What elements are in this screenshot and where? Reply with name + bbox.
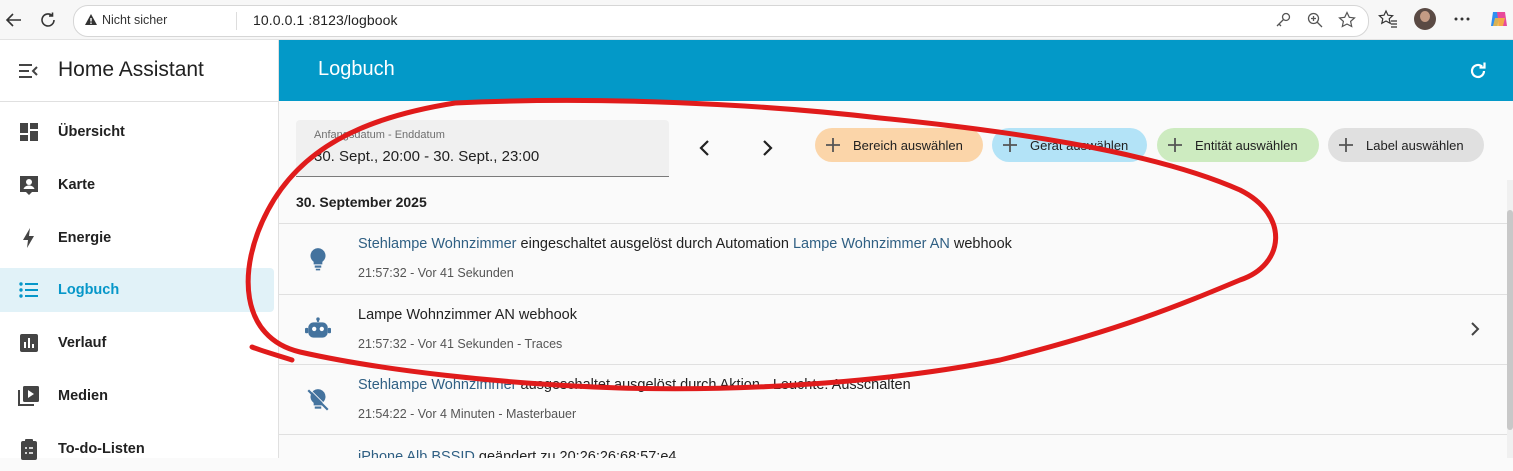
entity-link[interactable]: iPhone Alb BSSID — [358, 449, 475, 458]
automation-link[interactable]: Lampe Wohnzimmer AN — [793, 236, 950, 252]
entry-message: Stehlampe Wohnzimmer eingeschaltet ausge… — [358, 236, 1012, 252]
entity-link[interactable]: Stehlampe Wohnzimmer — [358, 377, 517, 393]
entity-filter-chip[interactable]: Entität auswählen — [1157, 128, 1319, 162]
sidebar-item-map[interactable]: Karte — [0, 163, 274, 207]
menu-open-icon[interactable] — [16, 59, 40, 83]
chip-label: Label auswählen — [1366, 138, 1464, 153]
chevron-right-icon[interactable] — [1469, 320, 1481, 338]
sidebar-item-label: To-do-Listen — [58, 441, 145, 457]
sidebar-item-label: Medien — [58, 388, 108, 404]
sidebar-header: Home Assistant — [0, 40, 278, 102]
chip-label: Gerät auswählen — [1030, 138, 1129, 153]
lightning-bolt-icon — [23, 228, 34, 248]
entry-text: eingeschaltet ausgelöst durch Automation — [516, 236, 793, 252]
scrollbar-thumb[interactable] — [1507, 210, 1513, 430]
plus-icon — [1003, 138, 1017, 152]
app-toolbar: Logbuch — [279, 40, 1513, 101]
next-period-icon[interactable] — [759, 139, 775, 157]
chip-label: Bereich auswählen — [853, 138, 963, 153]
entry-message: Stehlampe Wohnzimmer ausgeschaltet ausge… — [358, 377, 911, 393]
entry-text: webhook — [949, 236, 1012, 252]
sidebar-item-overview[interactable]: Übersicht — [0, 110, 274, 154]
profile-avatar[interactable] — [1414, 8, 1436, 30]
plus-icon — [826, 138, 840, 152]
logbook-entry: Stehlampe Wohnzimmer ausgeschaltet ausge… — [279, 365, 1507, 435]
date-range-value[interactable]: 30. Sept., 20:00 - 30. Sept., 23:00 — [314, 148, 539, 165]
refresh-icon[interactable] — [1467, 60, 1489, 82]
favorites-icon[interactable] — [1378, 9, 1398, 29]
previous-period-icon[interactable] — [697, 139, 713, 157]
url-text[interactable]: 10.0.0.1 :8123/logbook — [253, 12, 398, 28]
entry-text: ausgeschaltet ausgelöst durch Aktion - L… — [516, 377, 911, 393]
key-icon[interactable] — [1274, 11, 1292, 29]
sidebar-item-history[interactable]: Verlauf — [0, 321, 274, 365]
date-range-label: Anfangsdatum - Enddatum — [314, 129, 445, 141]
favorite-star-icon[interactable] — [1338, 11, 1356, 29]
entry-timestamp: 21:54:22 - Vor 4 Minuten - Masterbauer — [358, 407, 577, 421]
sidebar-item-label: Karte — [58, 177, 96, 193]
lightbulb-off-icon — [307, 388, 330, 411]
plus-icon — [1339, 138, 1353, 152]
plus-icon — [1168, 138, 1182, 152]
more-icon[interactable] — [1452, 9, 1472, 29]
divider — [236, 12, 237, 30]
sidebar-item-energy[interactable]: Energie — [0, 216, 274, 260]
play-box-multiple-icon — [18, 386, 39, 406]
logbook-entry: iPhone Alb BSSID geändert zu 20:26:26:68… — [279, 435, 1507, 458]
day-header: 30. September 2025 — [296, 194, 427, 210]
sidebar-item-label: Verlauf — [58, 335, 107, 351]
sidebar-item-media[interactable]: Medien — [0, 374, 274, 418]
sidebar-item-logbook[interactable]: Logbuch — [0, 268, 274, 312]
reload-button[interactable] — [36, 8, 60, 32]
map-account-icon — [20, 176, 38, 195]
zoom-icon[interactable] — [1306, 11, 1324, 29]
app-title: Home Assistant — [58, 58, 204, 81]
back-button[interactable] — [2, 8, 26, 32]
logbook-entry: Stehlampe Wohnzimmer eingeschaltet ausge… — [279, 224, 1507, 294]
logbook-entry[interactable]: Lampe Wohnzimmer AN webhook 21:57:32 - V… — [279, 295, 1507, 365]
dashboard-icon — [20, 123, 38, 141]
format-list-bulleted-icon — [19, 282, 38, 298]
main-content: Logbuch Anfangsdatum - Enddatum 30. Sept… — [279, 40, 1513, 458]
warning-icon — [85, 14, 97, 25]
reload-icon — [41, 12, 55, 27]
scrollbar[interactable] — [1507, 180, 1513, 458]
date-range-picker[interactable]: Anfangsdatum - Enddatum 30. Sept., 20:00… — [296, 120, 669, 177]
device-filter-chip[interactable]: Gerät auswählen — [992, 128, 1147, 162]
entry-timestamp: 21:57:32 - Vor 41 Sekunden — [358, 266, 514, 280]
chart-box-icon — [20, 334, 38, 352]
entity-link[interactable]: Stehlampe Wohnzimmer — [358, 236, 517, 252]
address-bar[interactable]: Nicht sicher 10.0.0.1 :8123/logbook — [73, 5, 1369, 37]
sidebar-item-label: Übersicht — [58, 124, 125, 140]
entry-timestamp: 21:57:32 - Vor 41 Sekunden - Traces — [358, 337, 563, 351]
lightbulb-icon — [310, 248, 326, 271]
browser-toolbar: Nicht sicher 10.0.0.1 :8123/logbook — [0, 0, 1513, 40]
label-filter-chip[interactable]: Label auswählen — [1328, 128, 1484, 162]
area-filter-chip[interactable]: Bereich auswählen — [815, 128, 983, 162]
sidebar-item-label: Logbuch — [58, 282, 120, 298]
clipboard-list-icon — [21, 439, 37, 460]
entry-message: Lampe Wohnzimmer AN webhook — [358, 307, 577, 323]
entry-text: geändert zu 20:26:26:68:57:e4 — [474, 449, 677, 458]
sidebar-item-label: Energie — [58, 230, 112, 246]
sidebar: Home Assistant Übersicht Karte Energie L… — [0, 40, 279, 460]
sidebar-item-todo[interactable]: To-do-Listen — [0, 427, 274, 471]
chip-label: Entität auswählen — [1195, 138, 1298, 153]
copilot-icon[interactable] — [1488, 8, 1510, 30]
arrow-left-icon — [5, 13, 21, 27]
robot-icon — [305, 317, 331, 338]
security-label[interactable]: Nicht sicher — [102, 13, 167, 27]
page-title: Logbuch — [318, 58, 395, 80]
entry-message: iPhone Alb BSSID geändert zu 20:26:26:68… — [358, 449, 676, 458]
